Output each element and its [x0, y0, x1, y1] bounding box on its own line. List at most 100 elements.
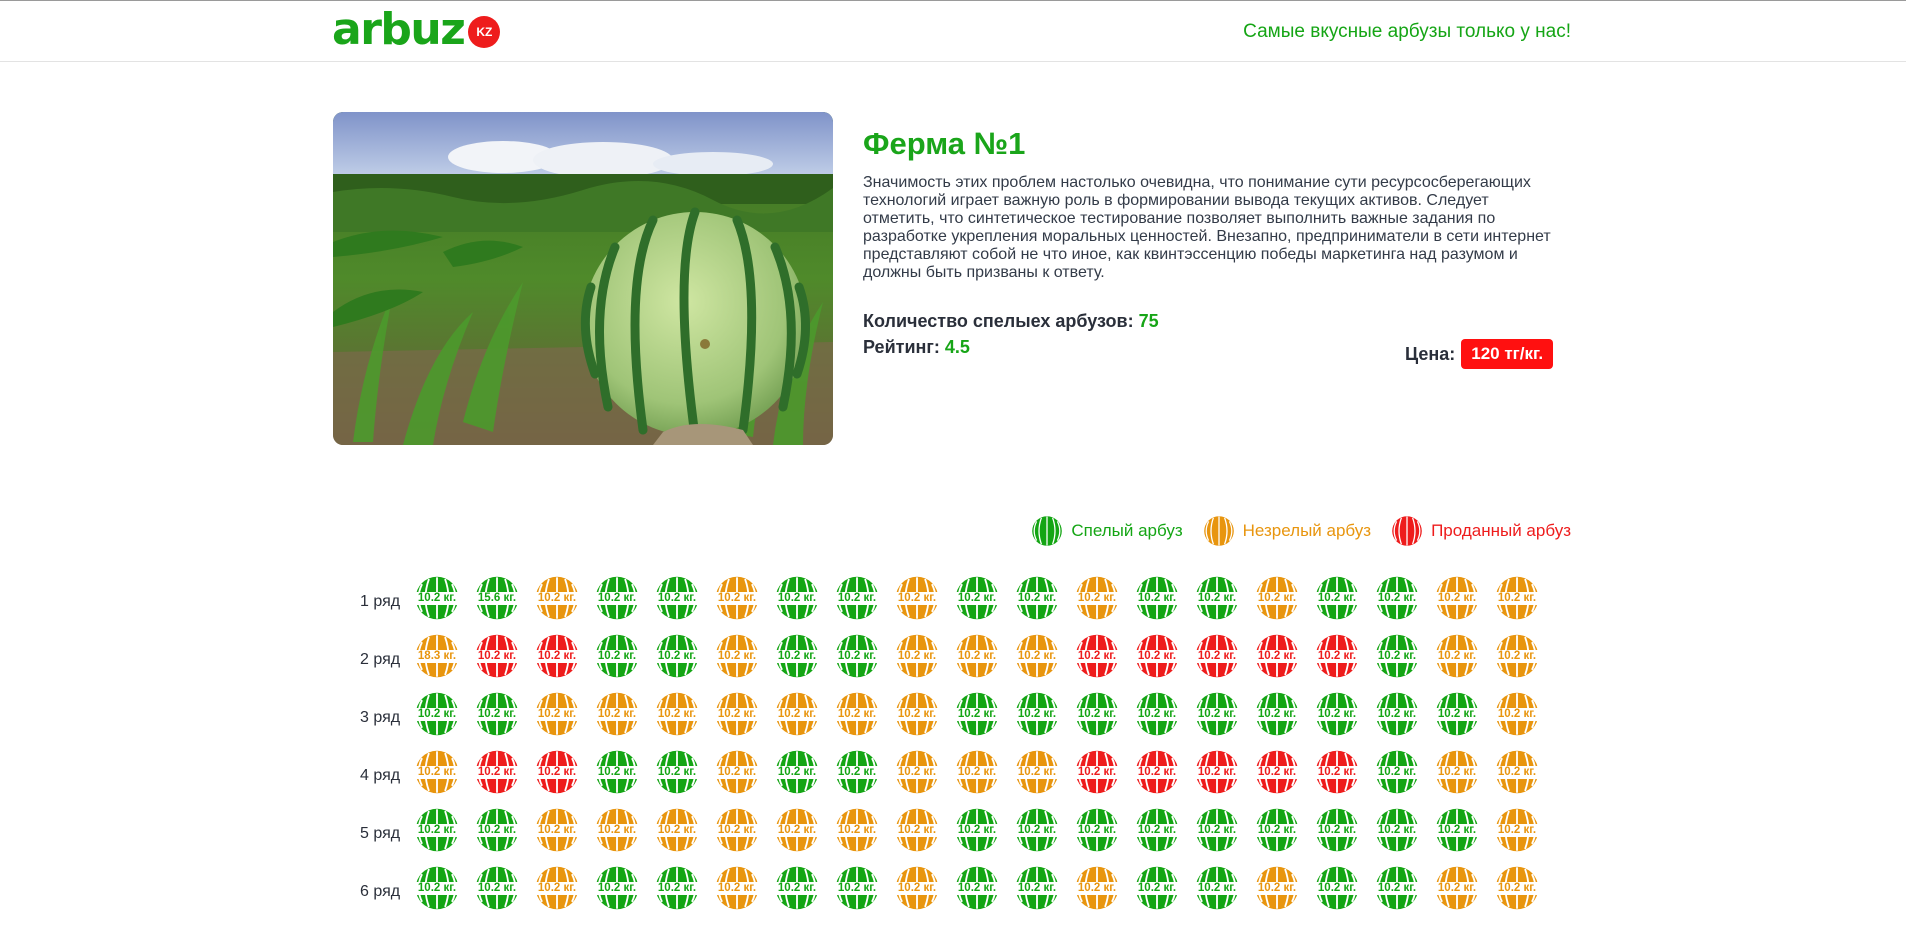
watermelon-cell-sold[interactable]: 10.2 кг. — [468, 749, 526, 803]
watermelon-cell-ripe[interactable]: 10.2 кг. — [1368, 807, 1426, 861]
watermelon-cell-ripe[interactable]: 10.2 кг. — [1368, 633, 1426, 687]
watermelon-cell-ripe[interactable]: 10.2 кг. — [1248, 691, 1306, 745]
watermelon-cell-sold[interactable]: 10.2 кг. — [1248, 633, 1306, 687]
watermelon-cell-unripe[interactable]: 10.2 кг. — [648, 691, 706, 745]
watermelon-cell-unripe[interactable]: 10.2 кг. — [1428, 633, 1486, 687]
watermelon-cell-unripe[interactable]: 18.3 кг. — [408, 633, 466, 687]
watermelon-cell-ripe[interactable]: 10.2 кг. — [588, 749, 646, 803]
watermelon-cell-unripe[interactable]: 10.2 кг. — [1428, 865, 1486, 919]
watermelon-cell-sold[interactable]: 10.2 кг. — [528, 633, 586, 687]
watermelon-cell-unripe[interactable]: 10.2 кг. — [528, 575, 586, 629]
watermelon-cell-unripe[interactable]: 10.2 кг. — [888, 691, 946, 745]
watermelon-cell-ripe[interactable]: 10.2 кг. — [828, 749, 886, 803]
watermelon-cell-unripe[interactable]: 10.2 кг. — [828, 807, 886, 861]
watermelon-cell-unripe[interactable]: 10.2 кг. — [1488, 575, 1546, 629]
watermelon-cell-ripe[interactable]: 10.2 кг. — [468, 691, 526, 745]
watermelon-cell-sold[interactable]: 10.2 кг. — [1188, 633, 1246, 687]
watermelon-cell-unripe[interactable]: 10.2 кг. — [948, 749, 1006, 803]
watermelon-cell-unripe[interactable]: 10.2 кг. — [1488, 749, 1546, 803]
watermelon-cell-ripe[interactable]: 10.2 кг. — [408, 807, 466, 861]
watermelon-cell-ripe[interactable]: 10.2 кг. — [948, 575, 1006, 629]
watermelon-cell-ripe[interactable]: 10.2 кг. — [648, 575, 706, 629]
watermelon-cell-ripe[interactable]: 10.2 кг. — [1068, 691, 1126, 745]
watermelon-cell-ripe[interactable]: 10.2 кг. — [1248, 807, 1306, 861]
watermelon-cell-unripe[interactable]: 10.2 кг. — [1068, 865, 1126, 919]
watermelon-cell-ripe[interactable]: 10.2 кг. — [1368, 865, 1426, 919]
watermelon-cell-unripe[interactable]: 10.2 кг. — [888, 575, 946, 629]
watermelon-cell-sold[interactable]: 10.2 кг. — [528, 749, 586, 803]
watermelon-cell-unripe[interactable]: 10.2 кг. — [828, 691, 886, 745]
watermelon-cell-ripe[interactable]: 10.2 кг. — [828, 575, 886, 629]
watermelon-cell-unripe[interactable]: 10.2 кг. — [588, 691, 646, 745]
watermelon-cell-unripe[interactable]: 10.2 кг. — [1488, 691, 1546, 745]
watermelon-cell-unripe[interactable]: 10.2 кг. — [528, 807, 586, 861]
watermelon-cell-sold[interactable]: 10.2 кг. — [1128, 749, 1186, 803]
watermelon-cell-sold[interactable]: 10.2 кг. — [468, 633, 526, 687]
watermelon-cell-ripe[interactable]: 10.2 кг. — [948, 865, 1006, 919]
watermelon-cell-ripe[interactable]: 10.2 кг. — [648, 749, 706, 803]
watermelon-cell-ripe[interactable]: 10.2 кг. — [588, 865, 646, 919]
watermelon-cell-unripe[interactable]: 10.2 кг. — [888, 633, 946, 687]
watermelon-cell-ripe[interactable]: 10.2 кг. — [768, 865, 826, 919]
watermelon-cell-ripe[interactable]: 10.2 кг. — [1428, 807, 1486, 861]
watermelon-cell-ripe[interactable]: 10.2 кг. — [1008, 575, 1066, 629]
watermelon-cell-ripe[interactable]: 10.2 кг. — [648, 865, 706, 919]
watermelon-cell-sold[interactable]: 10.2 кг. — [1068, 749, 1126, 803]
watermelon-cell-ripe[interactable]: 10.2 кг. — [588, 575, 646, 629]
watermelon-cell-unripe[interactable]: 10.2 кг. — [648, 807, 706, 861]
watermelon-cell-unripe[interactable]: 10.2 кг. — [708, 865, 766, 919]
watermelon-cell-ripe[interactable]: 10.2 кг. — [1128, 865, 1186, 919]
watermelon-cell-ripe[interactable]: 10.2 кг. — [408, 575, 466, 629]
watermelon-cell-ripe[interactable]: 10.2 кг. — [1368, 575, 1426, 629]
watermelon-cell-ripe[interactable]: 10.2 кг. — [648, 633, 706, 687]
watermelon-cell-ripe[interactable]: 10.2 кг. — [1188, 691, 1246, 745]
watermelon-cell-unripe[interactable]: 10.2 кг. — [888, 807, 946, 861]
watermelon-cell-ripe[interactable]: 10.2 кг. — [1188, 865, 1246, 919]
watermelon-cell-ripe[interactable]: 10.2 кг. — [1128, 807, 1186, 861]
watermelon-cell-ripe[interactable]: 10.2 кг. — [1308, 575, 1366, 629]
watermelon-cell-unripe[interactable]: 10.2 кг. — [888, 865, 946, 919]
watermelon-cell-unripe[interactable]: 10.2 кг. — [708, 749, 766, 803]
watermelon-cell-unripe[interactable]: 10.2 кг. — [1488, 807, 1546, 861]
watermelon-cell-ripe[interactable]: 10.2 кг. — [1008, 865, 1066, 919]
watermelon-cell-ripe[interactable]: 10.2 кг. — [1308, 691, 1366, 745]
watermelon-cell-ripe[interactable]: 10.2 кг. — [1008, 807, 1066, 861]
watermelon-cell-unripe[interactable]: 10.2 кг. — [1008, 633, 1066, 687]
watermelon-cell-ripe[interactable]: 10.2 кг. — [1188, 575, 1246, 629]
watermelon-cell-ripe[interactable]: 10.2 кг. — [1428, 691, 1486, 745]
watermelon-cell-ripe[interactable]: 10.2 кг. — [1308, 807, 1366, 861]
watermelon-cell-ripe[interactable]: 10.2 кг. — [948, 691, 1006, 745]
watermelon-cell-unripe[interactable]: 10.2 кг. — [1428, 575, 1486, 629]
watermelon-cell-unripe[interactable]: 10.2 кг. — [768, 691, 826, 745]
logo[interactable]: arbuz KZ — [332, 7, 501, 53]
watermelon-cell-unripe[interactable]: 10.2 кг. — [768, 807, 826, 861]
watermelon-cell-ripe[interactable]: 10.2 кг. — [768, 749, 826, 803]
watermelon-cell-ripe[interactable]: 10.2 кг. — [828, 865, 886, 919]
watermelon-cell-ripe[interactable]: 10.2 кг. — [468, 865, 526, 919]
watermelon-cell-sold[interactable]: 10.2 кг. — [1308, 749, 1366, 803]
watermelon-cell-unripe[interactable]: 10.2 кг. — [528, 865, 586, 919]
watermelon-cell-unripe[interactable]: 10.2 кг. — [708, 633, 766, 687]
watermelon-cell-ripe[interactable]: 10.2 кг. — [468, 807, 526, 861]
watermelon-cell-unripe[interactable]: 10.2 кг. — [1008, 749, 1066, 803]
watermelon-cell-unripe[interactable]: 10.2 кг. — [1248, 865, 1306, 919]
watermelon-cell-ripe[interactable]: 10.2 кг. — [408, 691, 466, 745]
watermelon-cell-unripe[interactable]: 10.2 кг. — [1068, 575, 1126, 629]
watermelon-cell-sold[interactable]: 10.2 кг. — [1188, 749, 1246, 803]
watermelon-cell-sold[interactable]: 10.2 кг. — [1248, 749, 1306, 803]
watermelon-cell-unripe[interactable]: 10.2 кг. — [948, 633, 1006, 687]
watermelon-cell-unripe[interactable]: 10.2 кг. — [708, 807, 766, 861]
watermelon-cell-ripe[interactable]: 10.2 кг. — [1368, 749, 1426, 803]
watermelon-cell-ripe[interactable]: 10.2 кг. — [408, 865, 466, 919]
watermelon-cell-ripe[interactable]: 10.2 кг. — [948, 807, 1006, 861]
watermelon-cell-unripe[interactable]: 10.2 кг. — [588, 807, 646, 861]
watermelon-cell-sold[interactable]: 10.2 кг. — [1068, 633, 1126, 687]
watermelon-cell-unripe[interactable]: 10.2 кг. — [408, 749, 466, 803]
watermelon-cell-ripe[interactable]: 10.2 кг. — [588, 633, 646, 687]
watermelon-cell-unripe[interactable]: 10.2 кг. — [888, 749, 946, 803]
watermelon-cell-sold[interactable]: 10.2 кг. — [1308, 633, 1366, 687]
watermelon-cell-sold[interactable]: 10.2 кг. — [1128, 633, 1186, 687]
watermelon-cell-unripe[interactable]: 10.2 кг. — [708, 575, 766, 629]
watermelon-cell-ripe[interactable]: 10.2 кг. — [1368, 691, 1426, 745]
watermelon-cell-ripe[interactable]: 10.2 кг. — [768, 633, 826, 687]
